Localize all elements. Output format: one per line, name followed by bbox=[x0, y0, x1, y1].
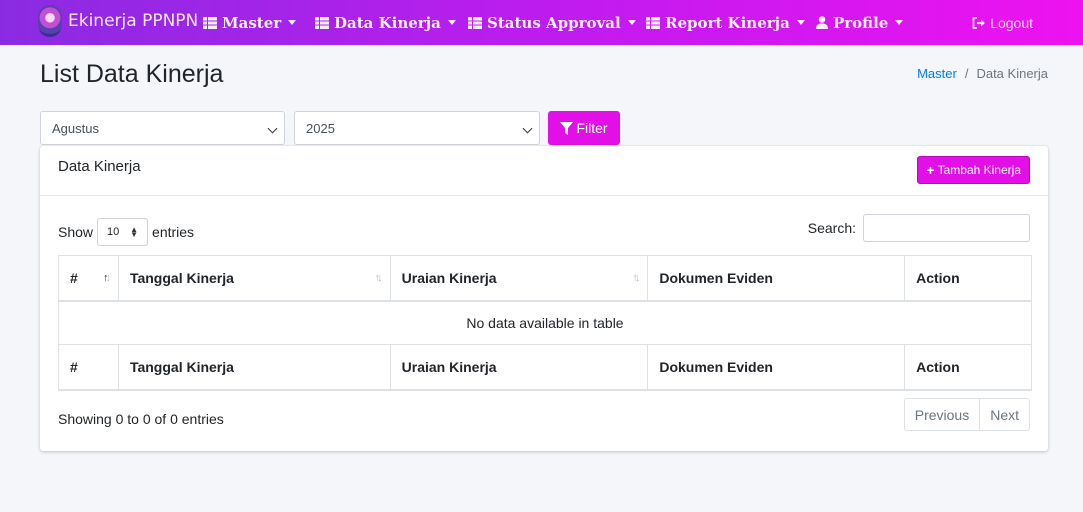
table-icon bbox=[646, 16, 660, 29]
table-icon bbox=[203, 16, 217, 29]
table-icon bbox=[468, 16, 482, 29]
chevron-down-icon bbox=[627, 20, 636, 25]
nav-profile-label: Profile bbox=[833, 13, 889, 32]
brand-logo bbox=[38, 5, 62, 37]
sign-out-icon bbox=[972, 16, 986, 29]
col-header-dokumen-label: Dokumen Eviden bbox=[659, 269, 773, 286]
search-input[interactable] bbox=[863, 214, 1030, 242]
col-header-dokumen: Dokumen Eviden bbox=[647, 255, 906, 302]
next-button[interactable]: Next bbox=[980, 398, 1030, 431]
chevron-down-icon bbox=[267, 123, 278, 134]
month-select-value: Agustus bbox=[52, 120, 99, 136]
page-length-select[interactable]: 10 ▲ ▼ bbox=[97, 218, 149, 246]
filter-button-label: Filter bbox=[576, 120, 608, 136]
brand[interactable]: Ekinerja PPNPN bbox=[38, 5, 198, 37]
user-icon bbox=[816, 16, 828, 29]
nav-data-kinerja-label: Data Kinerja bbox=[334, 13, 441, 32]
breadcrumb-master-link[interactable]: Master bbox=[917, 66, 957, 81]
month-select[interactable]: Agustus bbox=[40, 111, 285, 145]
logout-label: Logout bbox=[990, 14, 1033, 31]
entries-label: entries bbox=[152, 224, 195, 240]
data-kinerja-card: Data Kinerja + Tambah Kinerja Show 10 ▲ ▼… bbox=[40, 146, 1048, 451]
pagination: Previous Next bbox=[903, 398, 1030, 431]
sort-icon: ↑↓ bbox=[374, 272, 383, 284]
sort-asc-icon: ↑↓ bbox=[102, 272, 111, 284]
col-footer-number: # bbox=[58, 344, 119, 391]
empty-table-message: No data available in table bbox=[58, 300, 1032, 345]
updown-icon: ▲ ▼ bbox=[130, 225, 139, 239]
nav-status-approval[interactable]: Status Approval bbox=[468, 0, 636, 45]
chevron-down-icon bbox=[895, 20, 904, 25]
add-kinerja-label: Tambah Kinerja bbox=[937, 163, 1021, 177]
col-footer-tanggal: Tanggal Kinerja bbox=[117, 344, 391, 391]
table-row: No data available in table bbox=[58, 300, 1032, 345]
col-header-action-label: Action bbox=[916, 269, 960, 286]
card-title: Data Kinerja bbox=[58, 158, 141, 175]
plus-icon: + bbox=[926, 162, 935, 178]
nav-master-label: Master bbox=[222, 13, 282, 32]
previous-button[interactable]: Previous bbox=[903, 398, 981, 431]
col-header-tanggal-label: Tanggal Kinerja bbox=[129, 269, 234, 286]
col-header-tanggal[interactable]: Tanggal Kinerja ↑↓ bbox=[117, 255, 391, 302]
page-length-value: 10 bbox=[107, 226, 120, 238]
logout-link[interactable]: Logout bbox=[972, 0, 1033, 45]
add-kinerja-button[interactable]: + Tambah Kinerja bbox=[917, 156, 1030, 184]
chevron-down-icon bbox=[796, 20, 805, 25]
card-header: Data Kinerja + Tambah Kinerja bbox=[40, 146, 1048, 196]
length-control: Show 10 ▲ ▼ entries bbox=[58, 218, 194, 246]
kinerja-table: # ↑↓ Tanggal Kinerja ↑↓ Uraian Kinerja ↑↓ D… bbox=[58, 255, 1032, 391]
col-header-uraian-label: Uraian Kinerja bbox=[401, 269, 497, 286]
col-footer-dokumen: Dokumen Eviden bbox=[647, 344, 906, 391]
table-header-row: # ↑↓ Tanggal Kinerja ↑↓ Uraian Kinerja ↑↓ D… bbox=[58, 255, 1032, 302]
show-label: Show bbox=[58, 224, 94, 240]
col-header-action: Action bbox=[904, 255, 1032, 302]
sort-icon: ↑↓ bbox=[632, 272, 640, 284]
nav-report-kinerja-label: Report Kinerja bbox=[665, 13, 790, 32]
year-select-value: 2025 bbox=[306, 120, 335, 136]
breadcrumb-separator: / bbox=[964, 66, 969, 81]
col-footer-uraian: Uraian Kinerja bbox=[389, 344, 649, 391]
top-navbar: Ekinerja PPNPN Master Data Kinerja Statu… bbox=[0, 0, 1083, 45]
table-footer-row: # Tanggal Kinerja Uraian Kinerja Dokumen… bbox=[58, 344, 1032, 391]
chevron-down-icon bbox=[447, 20, 456, 25]
table-info: Showing 0 to 0 of 0 entries bbox=[58, 411, 224, 427]
col-header-number[interactable]: # ↑↓ bbox=[58, 255, 119, 302]
nav-master[interactable]: Master bbox=[203, 0, 297, 45]
chevron-down-icon bbox=[522, 123, 533, 134]
chevron-down-icon bbox=[288, 20, 297, 25]
brand-text: Ekinerja PPNPN bbox=[68, 11, 199, 31]
nav-data-kinerja[interactable]: Data Kinerja bbox=[315, 0, 456, 45]
col-footer-action: Action bbox=[904, 344, 1032, 391]
col-header-uraian[interactable]: Uraian Kinerja ↑↓ bbox=[389, 255, 649, 302]
year-select[interactable]: 2025 bbox=[294, 111, 540, 145]
page-title: List Data Kinerja bbox=[40, 60, 224, 88]
filter-icon bbox=[560, 121, 574, 135]
nav-report-kinerja[interactable]: Report Kinerja bbox=[646, 0, 805, 45]
breadcrumb-current: Data Kinerja bbox=[976, 66, 1048, 81]
nav-profile[interactable]: Profile bbox=[816, 0, 904, 45]
col-header-number-label: # bbox=[70, 269, 78, 286]
breadcrumb: Master / Data Kinerja bbox=[917, 66, 1048, 81]
search-label: Search: bbox=[807, 220, 856, 236]
table-icon bbox=[315, 16, 329, 29]
filter-button[interactable]: Filter bbox=[548, 111, 620, 145]
nav-status-approval-label: Status Approval bbox=[487, 13, 621, 32]
